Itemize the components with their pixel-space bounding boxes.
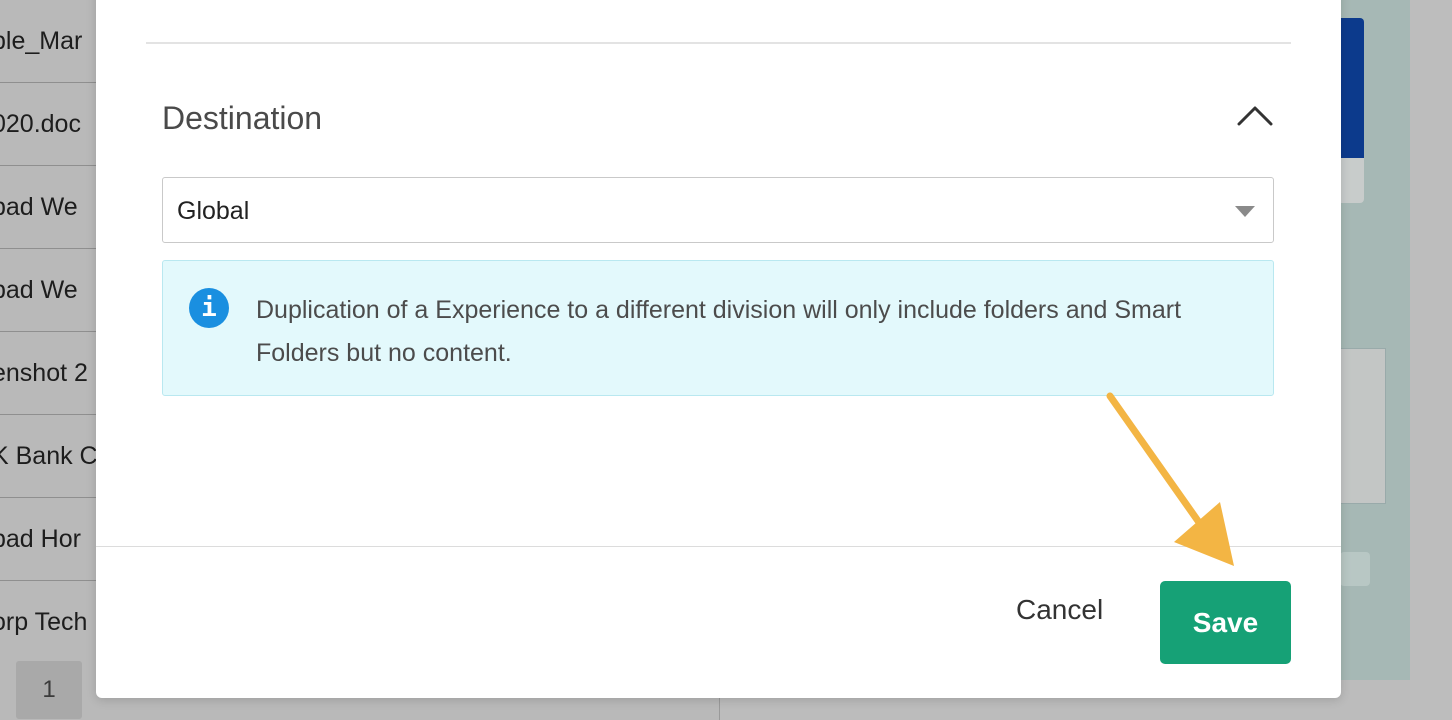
info-alert: i Duplication of a Experience to a diffe…: [162, 260, 1274, 396]
destination-select[interactable]: Global: [162, 177, 1274, 243]
divider: [146, 42, 1291, 44]
info-message: Duplication of a Experience to a differe…: [256, 296, 1182, 367]
background-pill: [1340, 552, 1370, 586]
save-button[interactable]: Save: [1160, 581, 1291, 664]
chevron-up-icon[interactable]: [1235, 100, 1275, 130]
background-blue-panel: [1340, 18, 1364, 158]
duplicate-experience-modal: Destination Global i Duplication of a Ex…: [96, 0, 1341, 698]
page-button-current[interactable]: 1: [16, 661, 82, 719]
destination-select-value: Global: [177, 197, 250, 225]
background-scroll-strip: [1410, 0, 1452, 720]
footer-divider: [96, 546, 1341, 547]
destination-section-title: Destination: [162, 100, 323, 136]
cancel-button[interactable]: Cancel: [1016, 594, 1103, 626]
background-card: [1340, 158, 1364, 203]
info-icon: i: [189, 288, 229, 328]
background-panel: [1340, 348, 1386, 504]
caret-down-icon: [1235, 206, 1255, 217]
